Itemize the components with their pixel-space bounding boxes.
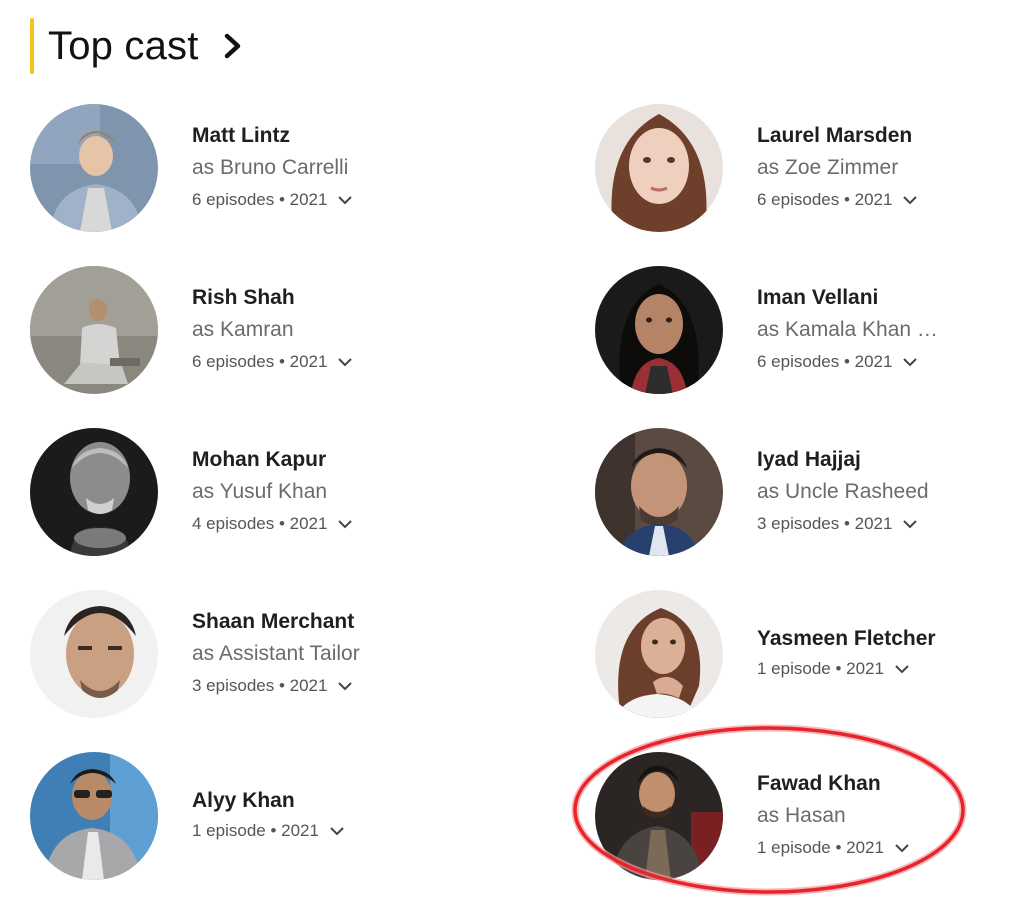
episodes-toggle[interactable]: 4 episodes • 2021 bbox=[192, 509, 353, 539]
chevron-down-icon bbox=[903, 520, 918, 529]
actor-name[interactable]: Matt Lintz bbox=[192, 121, 353, 151]
chevron-down-icon bbox=[338, 520, 353, 529]
accent-bar bbox=[30, 18, 34, 74]
character-name[interactable]: as Uncle Rasheed bbox=[757, 475, 929, 509]
actor-name[interactable]: Shaan Merchant bbox=[192, 607, 360, 637]
character-name[interactable]: as Bruno Carrelli bbox=[192, 151, 353, 185]
section-title: Top cast bbox=[48, 23, 199, 68]
actor-name[interactable]: Yasmeen Fletcher bbox=[757, 624, 936, 654]
chevron-down-icon bbox=[895, 844, 909, 853]
actor-name[interactable]: Alyy Khan bbox=[192, 786, 345, 816]
episodes-info: 3 episodes • 2021 bbox=[757, 514, 893, 533]
character-name[interactable]: as Kamala Khan … bbox=[757, 313, 938, 347]
episodes-info: 3 episodes • 2021 bbox=[192, 676, 328, 695]
episodes-toggle[interactable]: 1 episode • 2021 bbox=[192, 816, 345, 846]
actor-name[interactable]: Laurel Marsden bbox=[757, 121, 918, 151]
character-name[interactable]: as Assistant Tailor bbox=[192, 637, 360, 671]
episodes-info: 6 episodes • 2021 bbox=[192, 352, 328, 371]
episodes-toggle[interactable]: 6 episodes • 2021 bbox=[757, 185, 918, 215]
episodes-toggle[interactable]: 3 episodes • 2021 bbox=[757, 509, 929, 539]
chevron-down-icon bbox=[903, 196, 918, 205]
section-header: Top cast bbox=[30, 18, 245, 74]
character-name[interactable]: as Hasan bbox=[757, 799, 910, 833]
episodes-toggle[interactable]: 6 episodes • 2021 bbox=[192, 347, 353, 377]
actor-name[interactable]: Iman Vellani bbox=[757, 283, 938, 313]
cast-photo[interactable] bbox=[30, 104, 158, 232]
chevron-down-icon bbox=[338, 196, 353, 205]
cast-item: Matt Lintz as Bruno Carrelli 6 episodes … bbox=[30, 104, 450, 236]
character-name[interactable]: as Kamran bbox=[192, 313, 353, 347]
chevron-down-icon bbox=[903, 358, 918, 367]
episodes-toggle[interactable]: 3 episodes • 2021 bbox=[192, 671, 360, 701]
episodes-info: 1 episode • 2021 bbox=[192, 821, 319, 840]
episodes-info: 1 episode • 2021 bbox=[757, 659, 884, 678]
cast-photo[interactable] bbox=[595, 428, 723, 556]
cast-photo[interactable] bbox=[30, 752, 158, 880]
cast-photo[interactable] bbox=[595, 752, 723, 880]
cast-item: Fawad Khan as Hasan 1 episode • 2021 bbox=[595, 752, 1015, 884]
cast-photo[interactable] bbox=[595, 590, 723, 718]
chevron-down-icon bbox=[338, 358, 353, 367]
actor-name[interactable]: Rish Shah bbox=[192, 283, 353, 313]
cast-item: Alyy Khan 1 episode • 2021 bbox=[30, 752, 450, 884]
cast-item: Mohan Kapur as Yusuf Khan 4 episodes • 2… bbox=[30, 428, 450, 560]
cast-photo[interactable] bbox=[30, 590, 158, 718]
episodes-info: 4 episodes • 2021 bbox=[192, 514, 328, 533]
chevron-right-icon[interactable] bbox=[221, 31, 245, 61]
character-name[interactable]: as Zoe Zimmer bbox=[757, 151, 918, 185]
episodes-info: 6 episodes • 2021 bbox=[757, 190, 893, 209]
cast-item: Iyad Hajjaj as Uncle Rasheed 3 episodes … bbox=[595, 428, 1015, 560]
cast-item: Yasmeen Fletcher 1 episode • 2021 bbox=[595, 590, 1015, 722]
cast-photo[interactable] bbox=[595, 104, 723, 232]
episodes-info: 6 episodes • 2021 bbox=[192, 190, 328, 209]
cast-item: Rish Shah as Kamran 6 episodes • 2021 bbox=[30, 266, 450, 398]
cast-photo[interactable] bbox=[30, 266, 158, 394]
episodes-info: 1 episode • 2021 bbox=[757, 838, 884, 857]
cast-item: Laurel Marsden as Zoe Zimmer 6 episodes … bbox=[595, 104, 1015, 236]
cast-photo[interactable] bbox=[30, 428, 158, 556]
cast-item: Shaan Merchant as Assistant Tailor 3 epi… bbox=[30, 590, 450, 722]
chevron-down-icon bbox=[330, 827, 344, 836]
chevron-down-icon bbox=[895, 665, 909, 674]
actor-name[interactable]: Mohan Kapur bbox=[192, 445, 353, 475]
character-name[interactable]: as Yusuf Khan bbox=[192, 475, 353, 509]
episodes-toggle[interactable]: 1 episode • 2021 bbox=[757, 654, 936, 684]
episodes-toggle[interactable]: 6 episodes • 2021 bbox=[192, 185, 353, 215]
cast-photo[interactable] bbox=[595, 266, 723, 394]
episodes-toggle[interactable]: 6 episodes • 2021 bbox=[757, 347, 938, 377]
actor-name[interactable]: Fawad Khan bbox=[757, 769, 910, 799]
actor-name[interactable]: Iyad Hajjaj bbox=[757, 445, 929, 475]
chevron-down-icon bbox=[338, 682, 353, 691]
cast-item: Iman Vellani as Kamala Khan … 6 episodes… bbox=[595, 266, 1015, 398]
episodes-toggle[interactable]: 1 episode • 2021 bbox=[757, 833, 910, 863]
episodes-info: 6 episodes • 2021 bbox=[757, 352, 893, 371]
